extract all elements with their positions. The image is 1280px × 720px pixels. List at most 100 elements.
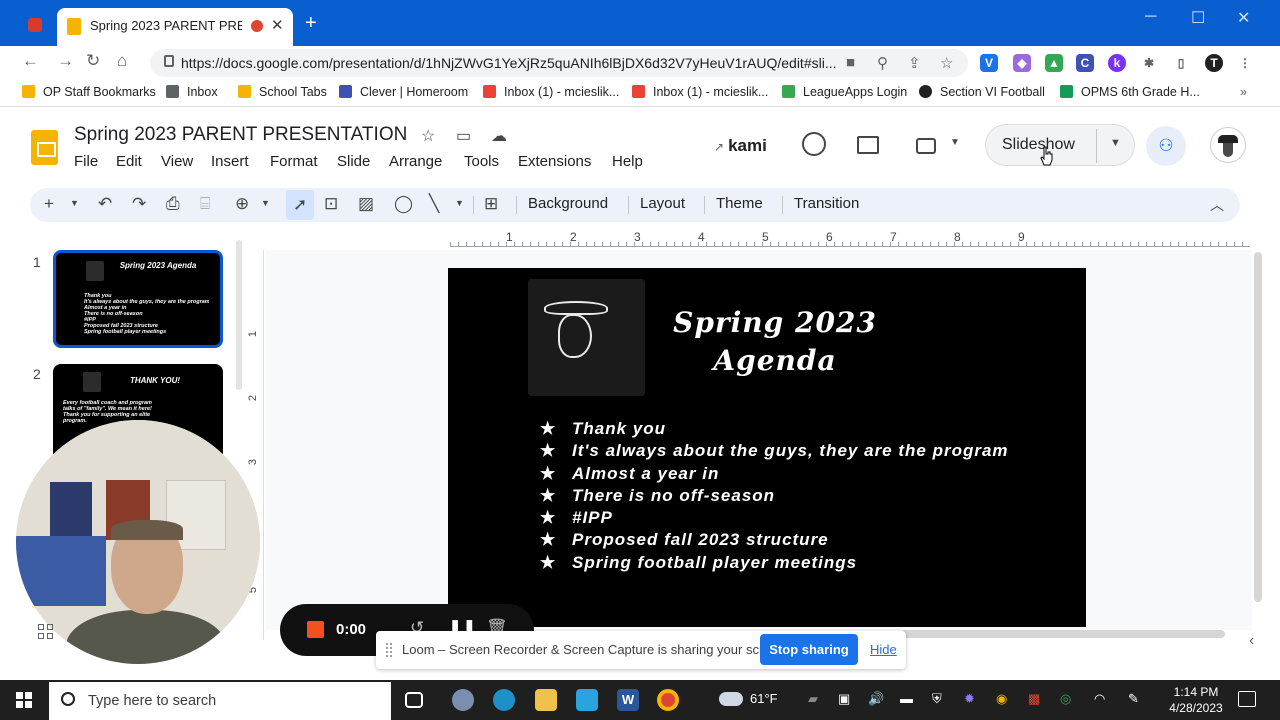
share-page-icon[interactable]: ⇪ <box>908 54 921 72</box>
weather-temp[interactable]: 61°F <box>750 691 778 706</box>
filmstrip-scrollbar[interactable] <box>236 240 242 390</box>
document-title[interactable]: Spring 2023 PARENT PRESENTATION <box>74 124 407 146</box>
google-drive-icon[interactable]: ▲ <box>1045 54 1063 72</box>
more-bookmarks-icon[interactable]: » <box>1240 85 1247 99</box>
layout-button[interactable]: Layout <box>640 195 685 212</box>
current-slide[interactable]: Spring 2023 Agenda ★ Thank you ★ It's alwa… <box>448 268 1086 627</box>
taskbar-search[interactable]: Type here to search <box>49 682 391 720</box>
line-dropdown-icon[interactable]: ▼ <box>455 198 464 208</box>
redo-icon[interactable]: ↷ <box>132 194 146 214</box>
tray-icon[interactable]: ▩ <box>1028 691 1040 707</box>
bookmark-item[interactable]: Section VI Football <box>919 85 1045 99</box>
extension-puzzle-purple-icon[interactable]: ◆ <box>1013 54 1031 72</box>
tray-icon[interactable]: ▣ <box>838 691 850 707</box>
collapse-menus-icon[interactable]: ︿ <box>1210 195 1224 215</box>
side-panel-icon[interactable]: ▯ <box>1172 54 1190 72</box>
tray-app-icon[interactable]: ▰ <box>808 691 818 707</box>
word-icon[interactable]: W <box>617 689 639 711</box>
undo-icon[interactable]: ↶ <box>98 194 112 214</box>
menu-format[interactable]: Format <box>270 153 318 170</box>
menu-insert[interactable]: Insert <box>211 153 249 170</box>
app-icon[interactable] <box>452 689 474 711</box>
notifications-icon[interactable] <box>1238 691 1256 707</box>
bookmark-item[interactable]: OPMS 6th Grade H... <box>1060 85 1200 99</box>
browser-tab-active[interactable]: Spring 2023 PARENT PRESEN ✕ <box>57 8 293 46</box>
canvas-horizontal-scrollbar[interactable] <box>900 630 1225 638</box>
maximize-icon[interactable]: ☐ <box>1191 8 1205 28</box>
bookmark-item[interactable]: OP Staff Bookmarks <box>22 85 156 99</box>
add-comment-icon[interactable]: ⊞ <box>484 194 498 214</box>
bookmark-item[interactable]: Inbox (1) - mcieslik... <box>632 85 768 99</box>
camera-blocked-icon[interactable]: ■ <box>846 54 855 71</box>
minimize-icon[interactable]: ─ <box>1145 8 1156 26</box>
bookmark-item[interactable]: Clever | Homeroom <box>339 85 468 99</box>
menu-edit[interactable]: Edit <box>116 153 142 170</box>
chrome-menu-icon[interactable]: ⋮ <box>1236 54 1254 72</box>
store-icon[interactable] <box>576 689 598 711</box>
security-icon[interactable]: ⛨ <box>932 691 942 707</box>
agenda-list[interactable]: ★ Thank you ★ It's always about the guys, … <box>538 418 1028 574</box>
menu-extensions[interactable]: Extensions <box>518 153 591 170</box>
extension-v-icon[interactable]: V <box>980 54 998 72</box>
slideshow-dropdown-icon[interactable]: ▼ <box>1110 137 1121 149</box>
clever-extension-icon[interactable]: C <box>1076 54 1094 72</box>
show-side-panel-icon[interactable]: ‹ <box>1249 632 1254 650</box>
bookmark-star-icon[interactable]: ☆ <box>940 54 953 72</box>
comments-icon[interactable] <box>857 136 879 154</box>
canvas-scrollbar[interactable] <box>1254 252 1262 602</box>
share-button[interactable]: ⚇ <box>1146 126 1186 166</box>
menu-arrange[interactable]: Arrange <box>389 153 442 170</box>
windows-start-icon[interactable] <box>16 692 32 708</box>
hide-banner-link[interactable]: Hide <box>870 642 897 657</box>
chrome-tray-icon[interactable]: ◉ <box>996 691 1007 707</box>
menu-view[interactable]: View <box>161 153 193 170</box>
tray-icon[interactable]: ◎ <box>1060 691 1071 707</box>
edge-icon[interactable] <box>493 689 515 711</box>
meet-dropdown-icon[interactable]: ▼ <box>950 137 960 148</box>
zoom-icon[interactable]: ⚲ <box>877 54 888 72</box>
file-explorer-icon[interactable] <box>535 689 557 711</box>
slide-thumbnail-1[interactable]: Spring 2023 Agenda Thank you It's always… <box>53 250 223 348</box>
zoom-icon[interactable]: ⊕ <box>235 194 249 214</box>
tab-close-icon[interactable]: ✕ <box>271 16 284 34</box>
star-icon[interactable]: ☆ <box>421 126 435 146</box>
new-slide-dropdown-icon[interactable]: ▼ <box>70 198 79 208</box>
text-box-icon[interactable]: ⊡ <box>324 194 338 214</box>
select-tool-button[interactable]: ➚ <box>286 190 314 220</box>
print-icon[interactable]: ⎙ <box>166 194 180 214</box>
bookmark-item[interactable]: School Tabs <box>238 85 327 99</box>
version-history-icon[interactable] <box>802 132 826 156</box>
transition-button[interactable]: Transition <box>794 195 859 212</box>
volume-icon[interactable]: 🔊 <box>868 691 884 707</box>
kami-button[interactable]: ↗ kami <box>714 136 767 156</box>
weather-cloud-icon[interactable] <box>719 692 743 706</box>
stop-recording-button[interactable] <box>307 621 324 638</box>
bookmark-item[interactable]: Inbox <box>166 85 218 99</box>
background-button[interactable]: Background <box>528 195 608 212</box>
tray-icon[interactable]: ✹ <box>964 691 975 707</box>
forward-icon[interactable]: → <box>57 51 74 71</box>
menu-file[interactable]: File <box>74 153 98 170</box>
menu-tools[interactable]: Tools <box>464 153 499 170</box>
cloud-saved-icon[interactable]: ☁ <box>491 126 507 146</box>
pen-icon[interactable]: ✎ <box>1128 691 1139 707</box>
paint-format-icon[interactable]: ⌸ <box>200 194 210 214</box>
bookmark-item[interactable]: Inbox (1) - mcieslik... <box>483 85 619 99</box>
back-icon[interactable]: ← <box>22 51 39 71</box>
home-icon[interactable]: ⌂ <box>117 51 127 71</box>
chrome-taskbar-icon[interactable] <box>657 689 679 711</box>
stop-sharing-button[interactable]: Stop sharing <box>760 634 858 665</box>
shape-icon[interactable]: ◯ <box>394 194 413 214</box>
move-folder-icon[interactable]: ▭ <box>456 126 471 146</box>
drag-handle-icon[interactable] <box>386 643 392 657</box>
slide-title[interactable]: Spring 2023 Agenda <box>663 304 887 380</box>
slideshow-button[interactable]: Slideshow ▼ <box>985 124 1135 166</box>
bookmark-item[interactable]: LeagueApps Login <box>782 85 907 99</box>
extensions-icon[interactable]: ✱ <box>1140 54 1158 72</box>
profile-icon[interactable]: T <box>1205 54 1223 72</box>
url-text[interactable]: https://docs.google.com/presentation/d/1… <box>181 55 841 71</box>
image-icon[interactable]: ▨ <box>358 194 374 214</box>
tray-icon[interactable]: ▬ <box>900 691 913 706</box>
window-close-icon[interactable]: ✕ <box>1237 8 1250 28</box>
zoom-dropdown-icon[interactable]: ▼ <box>261 198 270 208</box>
